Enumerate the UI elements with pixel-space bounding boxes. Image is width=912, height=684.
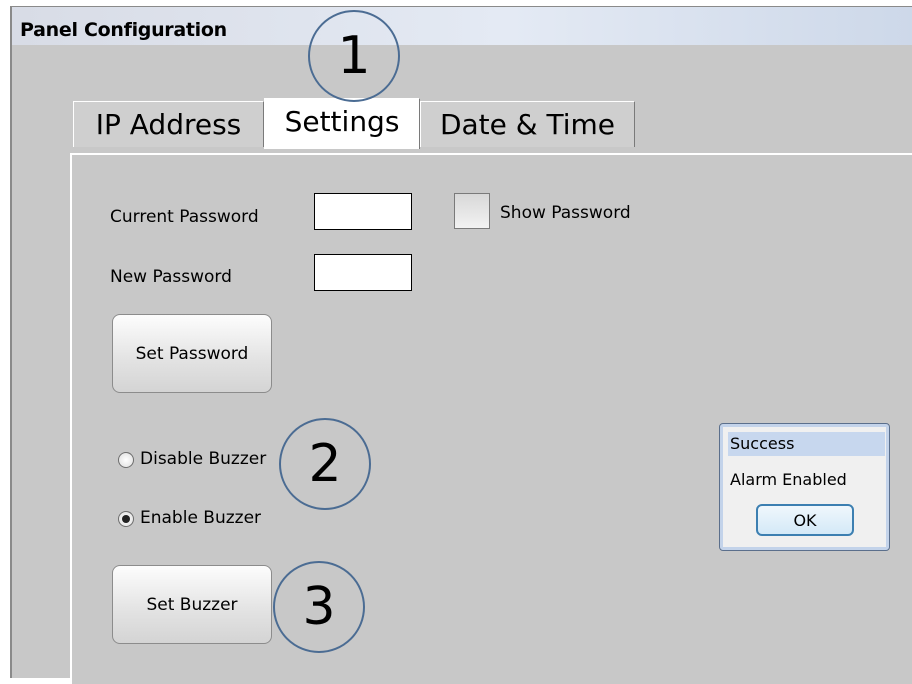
disable-buzzer-label: Disable Buzzer [140,449,267,469]
callout-3: 3 [273,561,365,653]
callout-1: 1 [308,10,400,102]
disable-buzzer-radio[interactable] [118,452,134,468]
panel-configuration-window: Panel Configuration IP Address Date & Ti… [10,6,912,684]
radio-selected-dot [122,515,130,523]
set-buzzer-button[interactable]: Set Buzzer [112,565,272,644]
current-password-label: Current Password [110,207,259,227]
success-dialog: Success Alarm Enabled OK [719,423,890,551]
window-title: Panel Configuration [20,19,227,41]
new-password-label: New Password [110,267,232,287]
tab-settings[interactable]: Settings [264,98,420,149]
enable-buzzer-radio[interactable] [118,511,134,527]
dialog-title: Success [728,432,885,456]
new-password-field[interactable] [314,254,412,291]
dialog-message: Alarm Enabled [730,470,847,489]
tab-date-time[interactable]: Date & Time [420,101,635,147]
show-password-checkbox[interactable] [454,193,490,229]
show-password-label: Show Password [500,203,631,223]
tab-ip-address[interactable]: IP Address [73,101,264,147]
current-password-field[interactable] [314,193,412,230]
title-bar[interactable]: Panel Configuration [12,7,912,45]
ok-button[interactable]: OK [756,504,854,536]
settings-panel: Current Password Show Password New Passw… [70,153,912,684]
enable-buzzer-label: Enable Buzzer [140,508,262,528]
set-password-button[interactable]: Set Password [112,314,272,393]
callout-2: 2 [279,418,371,510]
